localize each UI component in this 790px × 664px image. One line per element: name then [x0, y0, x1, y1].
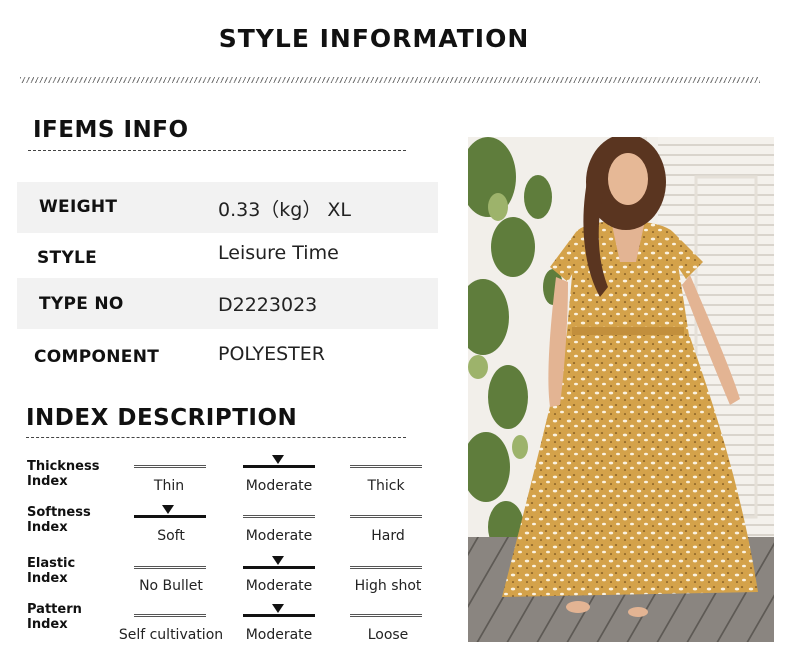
scale-bar [243, 515, 315, 518]
index-description-divider [26, 437, 406, 438]
scale-bar [350, 614, 422, 617]
index-description-heading: INDEX DESCRIPTION [26, 405, 298, 431]
info-key: COMPONENT [34, 347, 160, 367]
info-row-style: STYLE Leisure Time [17, 233, 438, 284]
index-label-line: Index [27, 571, 68, 586]
option-label: Loose [367, 627, 409, 643]
product-photo [468, 137, 774, 642]
info-value: 0.33（kg） XL [218, 199, 352, 221]
info-key: WEIGHT [39, 197, 118, 217]
selected-marker-icon [272, 556, 284, 565]
scale-bar [134, 465, 206, 468]
info-row-weight: WEIGHT 0.33（kg） XL [17, 182, 438, 233]
index-label-line: Elastic [27, 556, 76, 571]
option-label: Self cultivation [118, 627, 224, 643]
index-label-line: Index [27, 474, 68, 489]
info-row-type-no: TYPE NO D2223023 [17, 278, 438, 329]
index-label-line: Index [27, 520, 68, 535]
info-value: Leisure Time [218, 242, 339, 264]
scale-bar-selected [134, 515, 206, 518]
index-label-line: Softness [27, 505, 91, 520]
decorative-divider [20, 77, 760, 83]
option-label: Thin [153, 478, 185, 494]
scale-bar-selected [243, 614, 315, 617]
info-value: POLYESTER [218, 343, 325, 365]
scale-bar [350, 515, 422, 518]
scale-bar [350, 465, 422, 468]
scale-bar [134, 614, 206, 617]
info-key: TYPE NO [39, 294, 124, 314]
selected-marker-icon [272, 455, 284, 464]
option-label: Moderate [245, 528, 313, 544]
info-key: STYLE [37, 248, 98, 268]
option-label: Hard [371, 528, 405, 544]
index-label-pattern: Pattern Index [27, 602, 82, 632]
index-label-line: Thickness [27, 459, 100, 474]
scale-bar-selected [243, 465, 315, 468]
option-label: Moderate [245, 578, 313, 594]
selected-marker-icon [162, 505, 174, 514]
items-info-divider [28, 150, 406, 151]
index-label-softness: Softness Index [27, 505, 91, 535]
option-label: Moderate [245, 478, 313, 494]
page-title: STYLE INFORMATION [218, 24, 530, 53]
index-label-line: Pattern [27, 602, 82, 617]
option-label: Thick [367, 478, 405, 494]
scale-bar-selected [243, 566, 315, 569]
option-label: No Bullet [139, 578, 203, 594]
scale-bar [350, 566, 422, 569]
index-label-thickness: Thickness Index [27, 459, 99, 489]
scale-bar [134, 566, 206, 569]
info-row-component: COMPONENT POLYESTER [17, 329, 438, 380]
index-label-elastic: Elastic Index [27, 556, 75, 586]
option-label: Soft [157, 528, 185, 544]
option-label: High shot [354, 578, 422, 594]
info-value: D2223023 [218, 294, 318, 316]
items-info-heading: IFEMS INFO [33, 117, 189, 143]
option-label: Moderate [245, 627, 313, 643]
selected-marker-icon [272, 604, 284, 613]
index-label-line: Index [27, 617, 68, 632]
